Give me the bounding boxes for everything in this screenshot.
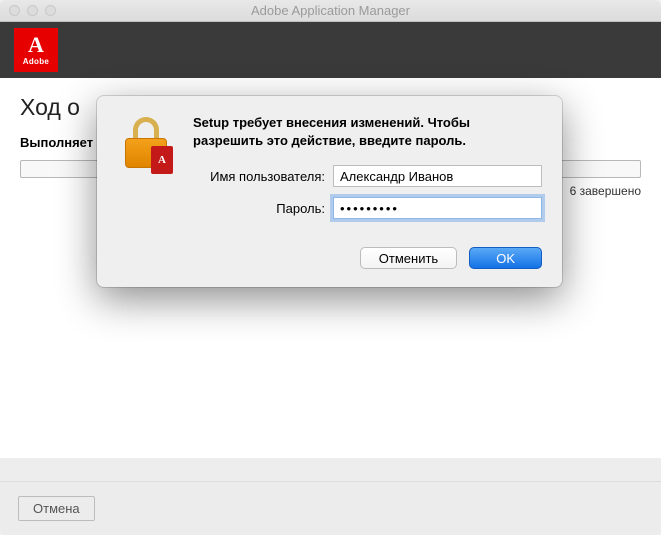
header-bar: A Adobe (0, 22, 661, 78)
adobe-logo-glyph: A (28, 35, 44, 55)
close-window-button[interactable] (9, 5, 20, 16)
username-row: Имя пользователя: (193, 165, 542, 187)
auth-dialog: A Setup требует внесения изменений. Чтоб… (97, 96, 562, 287)
dialog-message: Setup требует внесения изменений. Чтобы … (193, 114, 542, 149)
password-input[interactable] (333, 197, 542, 219)
dialog-ok-button[interactable]: OK (469, 247, 542, 269)
minimize-window-button[interactable] (27, 5, 38, 16)
traffic-lights (0, 5, 56, 16)
adobe-logo-text: Adobe (23, 57, 49, 66)
password-row: Пароль: (193, 197, 542, 219)
app-window: Adobe Application Manager A Adobe Ход о … (0, 0, 661, 535)
dialog-buttons: Отменить OK (117, 247, 542, 269)
dialog-cancel-button[interactable]: Отменить (360, 247, 457, 269)
username-input[interactable] (333, 165, 542, 187)
footer-bar: Отмена (0, 481, 661, 535)
titlebar: Adobe Application Manager (0, 0, 661, 22)
window-title: Adobe Application Manager (0, 3, 661, 18)
lock-overlay-icon: A (151, 146, 173, 174)
zoom-window-button[interactable] (45, 5, 56, 16)
username-label: Имя пользователя: (193, 169, 333, 184)
lock-icon: A (117, 114, 177, 174)
password-label: Пароль: (193, 201, 333, 216)
adobe-logo: A Adobe (14, 28, 58, 72)
cancel-button[interactable]: Отмена (18, 496, 95, 521)
